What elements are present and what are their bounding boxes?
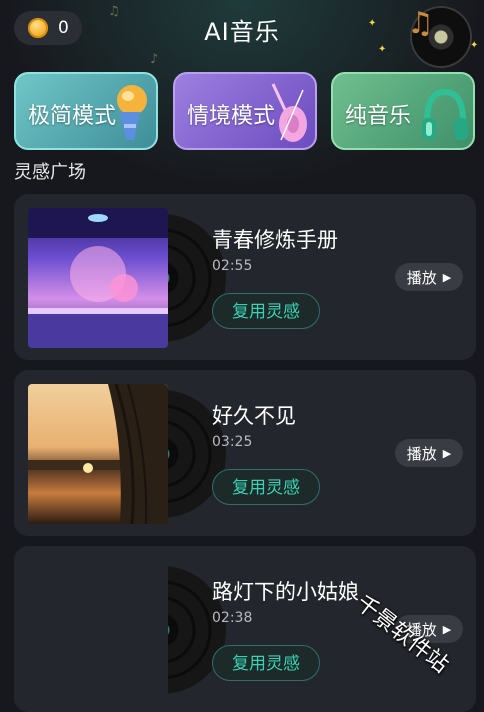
song-duration: 02:38 — [212, 610, 253, 626]
mode-scenario-button[interactable]: 情境模式 — [173, 72, 317, 150]
music-note-icon: ♪ — [150, 52, 159, 67]
play-icon: ▶ — [442, 270, 452, 284]
play-label: 播放 — [406, 268, 437, 287]
play-icon: ▶ — [442, 622, 452, 636]
mode-label: 纯音乐 — [345, 104, 412, 129]
song-card[interactable]: 好久不见 03:25 复用灵感 播放 ▶ — [14, 370, 476, 536]
song-duration: 02:55 — [212, 258, 253, 274]
reuse-inspiration-button[interactable]: 复用灵感 — [212, 293, 320, 329]
song-duration: 03:25 — [212, 434, 253, 450]
play-button[interactable]: 播放 ▶ — [395, 439, 463, 467]
mode-instrumental-button[interactable]: 纯音乐 — [331, 72, 475, 150]
mode-label: 极简模式 — [28, 104, 117, 129]
song-card[interactable]: 青春修炼手册 02:55 复用灵感 播放 ▶ — [14, 194, 476, 360]
song-title: 好久不见 — [212, 404, 296, 428]
headphones-icon — [422, 88, 468, 140]
cover-image — [28, 560, 168, 700]
play-icon: ▶ — [442, 446, 452, 460]
violin-icon — [271, 83, 307, 142]
sparkle-icon: ✦ — [368, 18, 377, 29]
song-title: 青春修炼手册 — [212, 228, 338, 252]
play-button[interactable]: 播放 ▶ — [395, 263, 463, 291]
music-note-icon: ♫ — [407, 6, 434, 41]
section-title: 灵感广场 — [14, 162, 86, 183]
cover-image — [28, 208, 168, 348]
song-title: 路灯下的小姑娘 — [212, 580, 359, 604]
mode-minimal-button[interactable]: 极简模式 — [14, 72, 158, 150]
song-cover[interactable] — [28, 208, 228, 348]
microphone-icon — [117, 85, 147, 140]
music-note-icon: ♫ — [108, 4, 120, 19]
song-cover[interactable] — [28, 384, 228, 524]
play-label: 播放 — [406, 444, 437, 463]
reuse-inspiration-button[interactable]: 复用灵感 — [212, 469, 320, 505]
sparkle-icon: ✦ — [378, 44, 387, 55]
cover-image — [28, 384, 168, 524]
reuse-inspiration-button[interactable]: 复用灵感 — [212, 645, 320, 681]
mode-label: 情境模式 — [187, 104, 276, 129]
song-cover[interactable] — [28, 560, 228, 700]
sparkle-icon: ✦ — [470, 40, 479, 51]
